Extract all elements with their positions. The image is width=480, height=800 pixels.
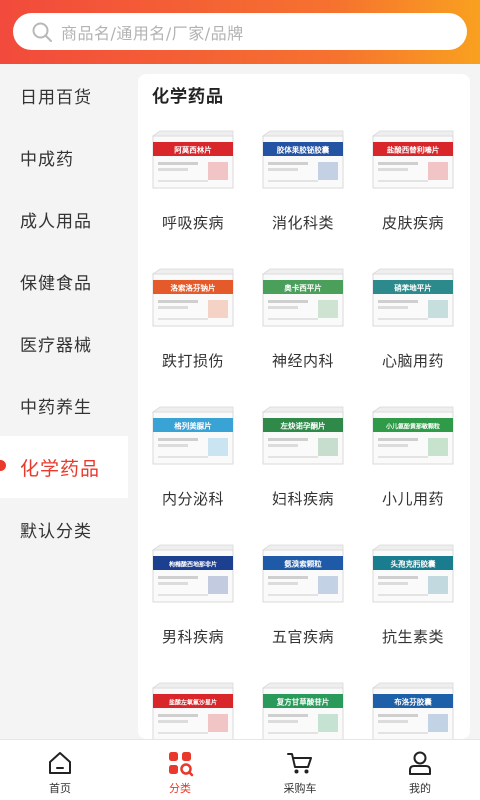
category-cell[interactable]: 盐酸西替利嗪片皮肤疾病 bbox=[358, 126, 468, 264]
product-box-text: 小儿氨酚黄那敏颗粒 bbox=[385, 423, 440, 431]
sidebar-item-adult-products[interactable]: 成人用品 bbox=[0, 188, 128, 250]
category-cell[interactable]: 氨溴索颗粒 五官疾病 bbox=[248, 540, 358, 678]
sidebar-item-daily-goods[interactable]: 日用百货 bbox=[0, 64, 128, 126]
product-box-text: 布洛芬胶囊 bbox=[394, 697, 432, 707]
category-label: 抗生素类 bbox=[381, 628, 444, 646]
category-cell[interactable]: 盐酸左氧氟沙星片 bbox=[138, 678, 248, 739]
category-label: 妇科疾病 bbox=[271, 490, 334, 508]
product-image: 奥卡西平片 bbox=[262, 268, 344, 327]
product-image: 硝苯地平片 bbox=[372, 268, 454, 327]
product-image: 左炔诺孕酮片 bbox=[262, 406, 344, 465]
category-cell[interactable]: 复方甘草酸苷片 bbox=[248, 678, 358, 739]
product-image: 头孢克肟胶囊 bbox=[372, 544, 454, 603]
product-image: 枸橼酸西地那非片 bbox=[152, 544, 234, 603]
category-sidebar: 日用百货 中成药 成人用品 保健食品 医疗器械 中药养生 化学药品 默认分类 bbox=[0, 64, 128, 739]
category-label: 小儿用药 bbox=[381, 490, 444, 508]
product-image: 阿莫西林片 bbox=[152, 130, 234, 189]
nav-label: 首页 bbox=[49, 782, 71, 795]
sidebar-item-label: 中成药 bbox=[20, 149, 74, 170]
category-panel: 化学药品 阿莫西林片 呼吸疾病 胶体果胶铋胶囊 消化科类 盐酸西替利嗪片 皮肤疾病 洛索洛芬… bbox=[138, 74, 470, 739]
product-box-text: 洛索洛芬钠片 bbox=[171, 283, 216, 293]
category-cell[interactable]: 小儿氨酚黄那敏颗粒小儿用药 bbox=[358, 402, 468, 540]
category-cell[interactable]: 硝苯地平片 心脑用药 bbox=[358, 264, 468, 402]
category-icon bbox=[169, 752, 194, 777]
product-image: 胶体果胶铋胶囊 bbox=[262, 130, 344, 189]
sidebar-item-label: 日用百货 bbox=[20, 87, 92, 108]
product-image: 盐酸左氧氟沙星片 bbox=[152, 682, 234, 739]
profile-icon bbox=[409, 751, 431, 775]
category-label: 内分泌科 bbox=[161, 490, 224, 508]
search-input[interactable]: 商品名/通用名/厂家/品牌 bbox=[61, 20, 244, 44]
header-bar: 商品名/通用名/厂家/品牌 bbox=[0, 0, 480, 64]
product-box-text: 盐酸左氧氟沙星片 bbox=[169, 699, 217, 707]
product-image: 氨溴索颗粒 bbox=[262, 544, 344, 603]
product-image: 复方甘草酸苷片 bbox=[262, 682, 344, 739]
category-label: 神经内科 bbox=[271, 352, 334, 370]
nav-label: 采购车 bbox=[283, 782, 317, 795]
product-box-text: 头孢克肟胶囊 bbox=[391, 559, 436, 569]
product-box-text: 复方甘草酸苷片 bbox=[276, 697, 330, 707]
sidebar-item-health-food[interactable]: 保健食品 bbox=[0, 250, 128, 312]
category-label: 男科疾病 bbox=[161, 628, 224, 646]
category-label: 呼吸疾病 bbox=[161, 214, 224, 232]
nav-home[interactable]: 首页 bbox=[0, 740, 120, 800]
category-cell[interactable]: 左炔诺孕酮片妇科疾病 bbox=[248, 402, 358, 540]
search-bar[interactable]: 商品名/通用名/厂家/品牌 bbox=[13, 13, 467, 50]
product-box-text: 盐酸西替利嗪片 bbox=[387, 145, 440, 155]
sidebar-item-label: 化学药品 bbox=[20, 457, 101, 480]
sidebar-item-chinese-patent-medicine[interactable]: 中成药 bbox=[0, 126, 128, 188]
category-label: 皮肤疾病 bbox=[381, 214, 444, 232]
sidebar-item-chemical-drugs[interactable]: 化学药品 bbox=[0, 436, 128, 498]
product-box-text: 硝苯地平片 bbox=[394, 283, 432, 293]
nav-category[interactable]: 分类 bbox=[120, 740, 240, 800]
panel-title: 化学药品 bbox=[152, 87, 224, 107]
product-box-text: 氨溴索颗粒 bbox=[284, 559, 322, 569]
sidebar-item-label: 医疗器械 bbox=[20, 335, 92, 356]
bottom-nav: 首页 分类 采购车 我的 bbox=[0, 739, 480, 800]
sidebar-item-label: 中药养生 bbox=[20, 397, 92, 418]
sidebar-item-tcm-wellness[interactable]: 中药养生 bbox=[0, 374, 128, 436]
product-box-text: 阿莫西林片 bbox=[174, 145, 212, 155]
sidebar-item-default-category[interactable]: 默认分类 bbox=[0, 498, 128, 560]
product-box-text: 格列美脲片 bbox=[174, 421, 212, 431]
nav-label: 我的 bbox=[409, 782, 431, 795]
category-cell[interactable]: 头孢克肟胶囊抗生素类 bbox=[358, 540, 468, 678]
category-cell[interactable]: 枸橼酸西地那非片男科疾病 bbox=[138, 540, 248, 678]
category-cell[interactable]: 洛索洛芬钠片跌打损伤 bbox=[138, 264, 248, 402]
product-image: 格列美脲片 bbox=[152, 406, 234, 465]
sidebar-item-label: 默认分类 bbox=[20, 521, 92, 542]
category-label: 跌打损伤 bbox=[161, 352, 224, 370]
product-image: 布洛芬胶囊 bbox=[372, 682, 454, 739]
category-cell[interactable]: 布洛芬胶囊 bbox=[358, 678, 468, 739]
product-box-text: 枸橼酸西地那非片 bbox=[169, 561, 217, 569]
search-icon bbox=[32, 22, 52, 42]
sidebar-item-label: 保健食品 bbox=[20, 273, 92, 294]
product-box-text: 胶体果胶铋胶囊 bbox=[277, 145, 330, 155]
category-cell[interactable]: 阿莫西林片 呼吸疾病 bbox=[138, 126, 248, 264]
category-cell[interactable]: 胶体果胶铋胶囊消化科类 bbox=[248, 126, 358, 264]
category-cell[interactable]: 奥卡西平片 神经内科 bbox=[248, 264, 358, 402]
category-label: 五官疾病 bbox=[271, 628, 334, 646]
product-box-text: 奥卡西平片 bbox=[283, 283, 322, 293]
nav-label: 分类 bbox=[169, 782, 191, 795]
product-image: 盐酸西替利嗪片 bbox=[372, 130, 454, 189]
category-label: 消化科类 bbox=[271, 214, 334, 232]
category-label: 心脑用药 bbox=[381, 352, 444, 370]
category-cell[interactable]: 格列美脲片 内分泌科 bbox=[138, 402, 248, 540]
nav-cart[interactable]: 采购车 bbox=[240, 740, 360, 800]
product-image: 小儿氨酚黄那敏颗粒 bbox=[372, 406, 454, 465]
nav-profile[interactable]: 我的 bbox=[360, 740, 480, 800]
home-icon bbox=[49, 752, 71, 774]
cart-icon bbox=[287, 753, 312, 774]
product-image: 洛索洛芬钠片 bbox=[152, 268, 234, 327]
product-box-text: 左炔诺孕酮片 bbox=[280, 421, 326, 431]
sidebar-item-medical-devices[interactable]: 医疗器械 bbox=[0, 312, 128, 374]
sidebar-item-label: 成人用品 bbox=[20, 211, 92, 232]
